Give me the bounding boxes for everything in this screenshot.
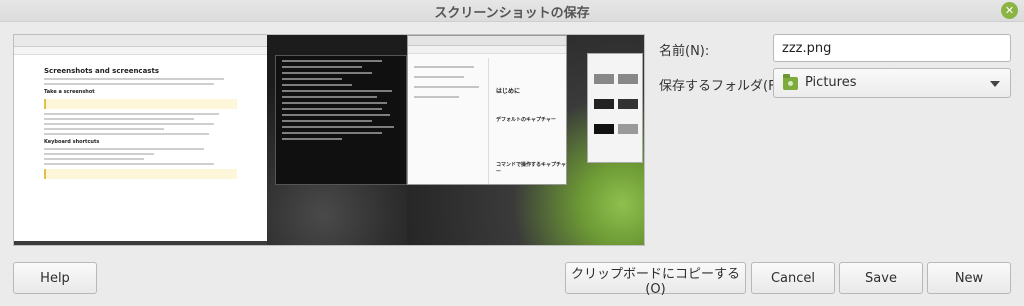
cancel-button[interactable]: Cancel — [751, 262, 835, 294]
preview-doc-subheading-2: Keyboard shortcuts — [44, 139, 100, 145]
folder-pictures-icon — [783, 74, 798, 90]
folder-select-value: Pictures — [805, 75, 857, 90]
title-bar: スクリーンショットの保存 ✕ — [0, 0, 1024, 22]
preview-desk-heading-2: デフォルトのキャプチャー — [496, 117, 556, 123]
preview-document-window: Screenshots and screencasts Take a scree… — [14, 35, 267, 245]
close-icon[interactable]: ✕ — [1001, 2, 1018, 19]
preview-desktop-windows: はじめに デフォルトのキャプチャー コマンドで操作するキャプチャー — [407, 35, 644, 245]
save-button[interactable]: Save — [839, 262, 923, 294]
window-title: スクリーンショットの保存 — [434, 6, 590, 21]
folder-select[interactable]: Pictures — [773, 68, 1011, 98]
preview-terminal-window — [267, 35, 407, 245]
help-button[interactable]: Help — [13, 262, 97, 294]
filename-input[interactable] — [773, 34, 1011, 62]
screenshot-preview: Screenshots and screencasts Take a scree… — [13, 34, 645, 246]
preview-doc-heading: Screenshots and screencasts — [44, 67, 159, 75]
folder-label: 保存するフォルダ(F): — [659, 79, 786, 94]
new-button[interactable]: New — [927, 262, 1011, 294]
name-label: 名前(N): — [659, 44, 710, 59]
chevron-down-icon — [990, 81, 1000, 87]
preview-desk-heading-3: コマンドで操作するキャプチャー — [496, 162, 566, 175]
copy-to-clipboard-button[interactable]: クリップボードにコピーする(O) — [565, 262, 746, 297]
preview-desk-heading-1: はじめに — [496, 88, 521, 95]
preview-doc-subheading: Take a screenshot — [44, 89, 95, 95]
